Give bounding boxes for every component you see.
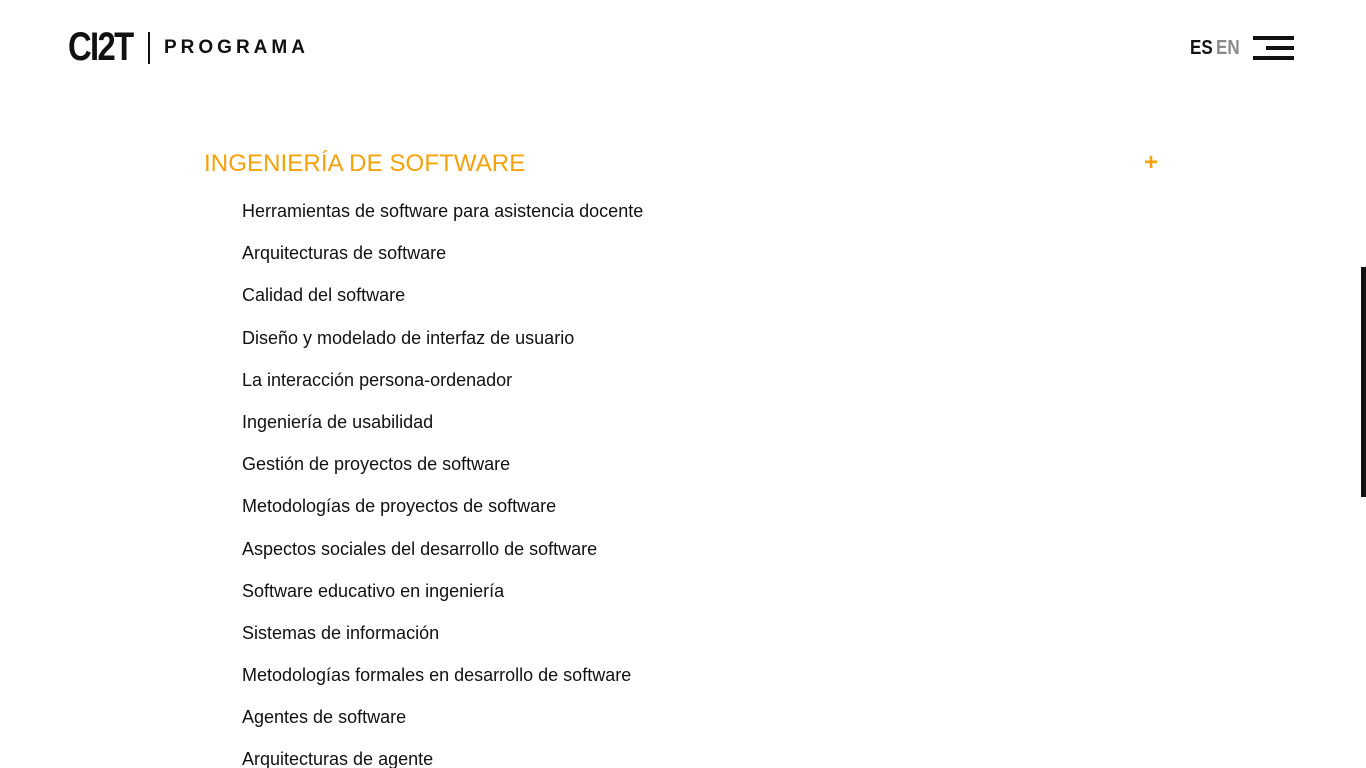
list-item: Calidad del software xyxy=(242,285,406,306)
list-item: Diseño y modelado de interfaz de usuario xyxy=(242,327,575,348)
menu-line-bottom xyxy=(1253,56,1294,60)
list-item: Software educativo en ingeniería xyxy=(242,580,505,601)
scrollbar-thumb[interactable] xyxy=(1361,267,1366,497)
list-item: Gestión de proyectos de software xyxy=(242,454,511,475)
language-es-link[interactable]: ES xyxy=(1190,36,1213,60)
list-item: Herramientas de software para asistencia… xyxy=(242,201,644,221)
logo[interactable]: CI2T xyxy=(68,26,134,68)
menu-line-middle xyxy=(1266,46,1294,50)
list-item: Metodologías formales en desarrollo de s… xyxy=(242,665,632,686)
list-item: Metodologías de proyectos de software xyxy=(242,496,557,517)
language-en-link[interactable]: EN xyxy=(1216,36,1240,60)
hamburger-menu-icon[interactable] xyxy=(1252,36,1294,60)
list-item: Aspectos sociales del desarrollo de soft… xyxy=(242,538,598,559)
accordion-header-ingenieria-de-software[interactable]: INGENIERÍA DE SOFTWARE + xyxy=(204,148,1158,180)
page: CI2T PROGRAMA ES EN INGENIERÍA DE SOFTWA… xyxy=(0,0,1366,768)
list-item: Agentes de software xyxy=(242,707,407,728)
list-item: Sistemas de información xyxy=(242,622,440,643)
list-item: Ingeniería de usabilidad xyxy=(242,411,434,432)
accordion-title: INGENIERÍA DE SOFTWARE xyxy=(204,150,526,177)
list-item: Arquitecturas de agente xyxy=(242,749,434,768)
topic-list: Herramientas de software para asistencia… xyxy=(242,198,643,768)
list-item: La interacción persona-ordenador xyxy=(242,369,513,390)
list-item: Arquitecturas de software xyxy=(242,243,447,264)
header-divider xyxy=(148,32,150,64)
expand-plus-icon[interactable]: + xyxy=(1144,148,1158,178)
section-title: PROGRAMA xyxy=(164,37,309,58)
menu-line-top xyxy=(1253,36,1294,40)
